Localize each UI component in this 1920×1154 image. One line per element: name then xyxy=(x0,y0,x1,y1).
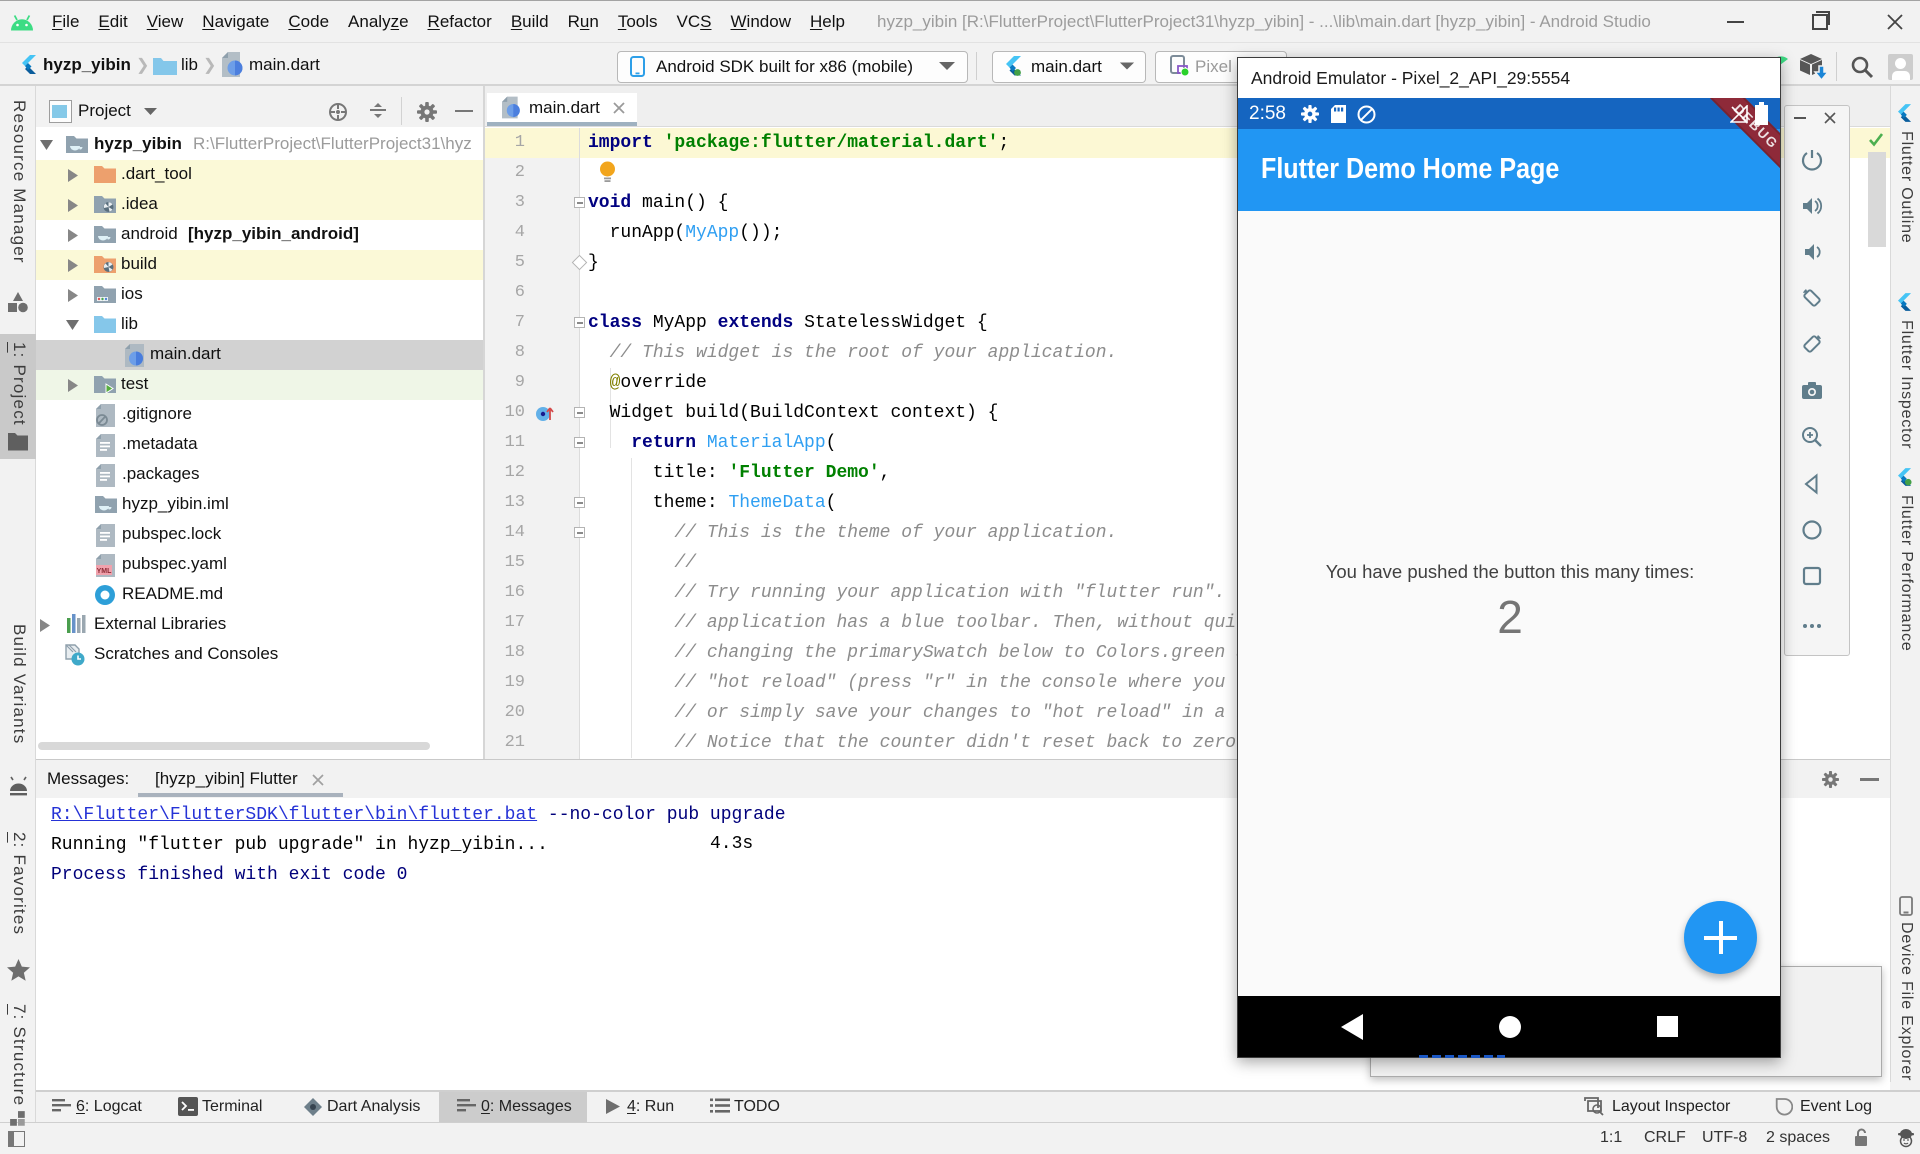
svg-text:YML: YML xyxy=(97,568,113,575)
